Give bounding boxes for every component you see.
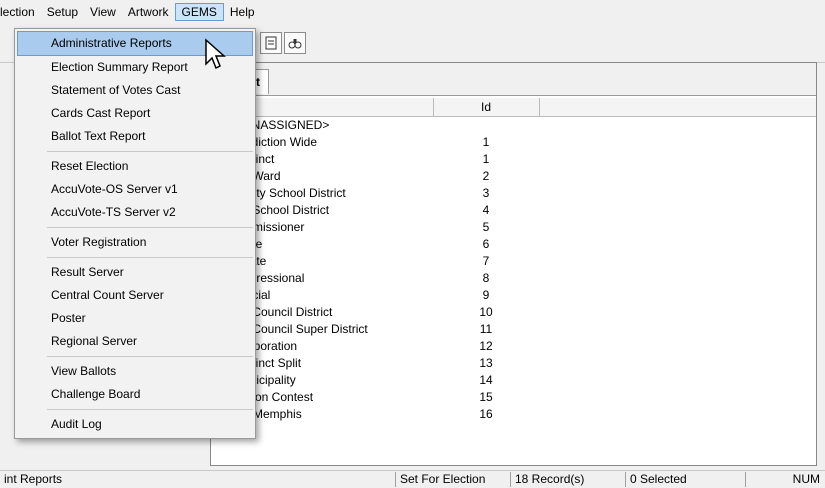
table-row[interactable]: dicial 9: [211, 287, 816, 304]
district-name: y Council Super District: [243, 322, 368, 336]
district-id: 8: [482, 271, 490, 285]
grid-header: Id: [211, 98, 816, 117]
menu-item-statement-of-votes-cast[interactable]: Statement of Votes Cast: [15, 79, 255, 102]
table-row[interactable]: mmissioner 5: [211, 219, 816, 236]
district-id: 2: [482, 169, 490, 183]
status-selected: 0 Selected: [625, 472, 687, 487]
menu-separator: [47, 257, 253, 258]
status-records: 18 Record(s): [510, 472, 584, 487]
binoculars-icon[interactable]: [284, 32, 306, 54]
menu-bar: lection Setup View Artwork GEMS Help: [0, 0, 825, 24]
menu-view[interactable]: View: [84, 3, 122, 21]
status-bar: int Reports Set For Election 18 Record(s…: [0, 470, 825, 488]
district-name: y Council District: [243, 305, 333, 319]
menu-item-reset-election[interactable]: Reset Election: [15, 155, 255, 178]
status-text: int Reports: [4, 472, 63, 486]
menu-item-ballot-text-report[interactable]: Ballot Text Report: [15, 125, 255, 148]
table-row[interactable]: y Council Super District 11: [211, 321, 816, 338]
menu-item-result-server[interactable]: Result Server: [15, 261, 255, 284]
status-num: NUM: [745, 472, 824, 487]
district-id: 15: [479, 390, 493, 404]
menu-item-cards-cast-report[interactable]: Cards Cast Report: [15, 102, 255, 125]
menu-item-accuvote-ts-server-v2[interactable]: AccuVote-TS Server v2: [15, 201, 255, 224]
district-panel: ict Id UNASSIGNED>isdiction Wide1ecinct1…: [210, 62, 817, 466]
menu-item-challenge-board[interactable]: Challenge Board: [15, 383, 255, 406]
status-mode: Set For Election: [395, 472, 485, 487]
menu-item-central-count-server[interactable]: Central Count Server: [15, 284, 255, 307]
district-grid: Id UNASSIGNED> isdiction Wide 1 ecinct 1 y Wa…: [211, 98, 816, 423]
table-row[interactable]: unicipality 14: [211, 372, 816, 389]
mouse-pointer-icon: [205, 38, 226, 70]
district-id: 12: [479, 339, 493, 353]
menu-item-audit-log[interactable]: Audit Log: [15, 413, 255, 436]
district-id: 1: [482, 135, 490, 149]
table-row[interactable]: ngressional 8: [211, 270, 816, 287]
district-id: 11: [479, 322, 493, 336]
table-row[interactable]: isdiction Wide 1: [211, 134, 816, 151]
district-id: 7: [482, 254, 490, 268]
menu-separator: [47, 227, 253, 228]
district-id: 1: [482, 152, 490, 166]
table-row[interactable]: nate7: [211, 253, 816, 270]
table-row[interactable]: y Council District 10: [211, 304, 816, 321]
district-name: unty School District: [243, 186, 346, 200]
district-id: 3: [482, 186, 490, 200]
menu-separator: [47, 151, 253, 152]
table-row[interactable]: UNASSIGNED>: [211, 117, 816, 134]
table-row[interactable]: y School District 4: [211, 202, 816, 219]
district-id: 16: [479, 407, 493, 421]
menu-separator: [47, 409, 253, 410]
table-row[interactable]: ction Contest 15: [211, 389, 816, 406]
district-id: 14: [479, 373, 493, 387]
table-row[interactable]: n Memphis 16: [211, 406, 816, 423]
district-id: 6: [482, 237, 490, 251]
menu-item-view-ballots[interactable]: View Ballots: [15, 360, 255, 383]
menu-election[interactable]: lection: [0, 3, 41, 21]
menu-artwork[interactable]: Artwork: [122, 3, 175, 21]
district-id: 13: [479, 356, 493, 370]
menu-gems[interactable]: GEMS: [174, 3, 224, 21]
page-icon[interactable]: [260, 32, 282, 54]
district-id: 10: [479, 305, 493, 319]
menu-setup[interactable]: Setup: [41, 3, 84, 21]
menu-help[interactable]: Help: [224, 3, 261, 21]
tab-strip: ict: [211, 63, 816, 96]
menu-item-accuvote-os-server-v1[interactable]: AccuVote-OS Server v1: [15, 178, 255, 201]
table-row[interactable]: y Ward 2: [211, 168, 816, 185]
table-row[interactable]: unty School District 3: [211, 185, 816, 202]
menu-separator: [47, 356, 253, 357]
table-row[interactable]: use6: [211, 236, 816, 253]
column-header-id[interactable]: Id: [433, 98, 540, 116]
gems-dropdown-menu: Administrative Reports Election Summary R…: [14, 28, 256, 439]
menu-item-voter-registration[interactable]: Voter Registration: [15, 231, 255, 254]
table-row[interactable]: ecinct Split 13: [211, 355, 816, 372]
menu-item-poster[interactable]: Poster: [15, 307, 255, 330]
district-id: 4: [482, 203, 490, 217]
menu-item-regional-server[interactable]: Regional Server: [15, 330, 255, 353]
table-row[interactable]: orporation 12: [211, 338, 816, 355]
district-id: 5: [482, 220, 490, 234]
table-row[interactable]: ecinct 1: [211, 151, 816, 168]
district-id: 9: [482, 288, 490, 302]
